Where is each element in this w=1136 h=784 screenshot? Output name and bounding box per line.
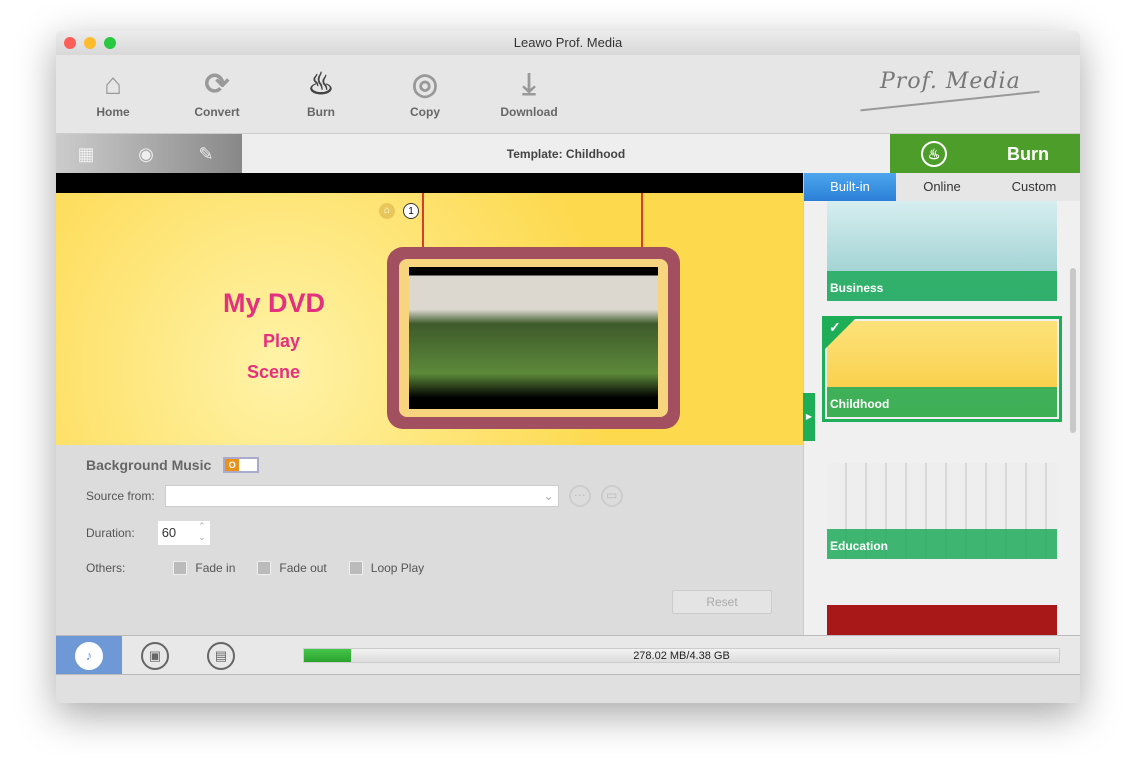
convert-icon: ⟳ — [204, 68, 230, 101]
title-bar: Leawo Prof. Media — [56, 31, 1080, 55]
fade-out-label: Fade out — [279, 561, 327, 575]
toolbar: ⌂ Home ⟳ Convert ♨ Burn ◎ Copy ⤓ Download Pro… — [56, 55, 1080, 133]
chevron-down-icon: ⌄ — [543, 489, 554, 503]
burn-button[interactable]: ♨ Burn — [890, 134, 1080, 174]
toolbar-download[interactable]: ⤓ Download — [489, 65, 569, 119]
disc-usage-text: 278.02 MB/4.38 GB — [633, 650, 730, 662]
template-label: Business — [827, 271, 1057, 301]
home-nav-icon[interactable]: ⌂ — [379, 203, 395, 219]
video-thumbnail — [409, 267, 658, 409]
loop-play-label: Loop Play — [370, 561, 425, 575]
edit-pencil-icon[interactable]: ✎ — [176, 144, 236, 165]
preview-eye-icon[interactable]: ◉ — [116, 144, 176, 165]
template-education[interactable]: Education — [827, 463, 1057, 559]
toolbar-copy[interactable]: ◎ Copy — [385, 65, 465, 119]
tab-online[interactable]: Online — [896, 173, 988, 201]
loop-play-checkbox[interactable]: Loop Play — [348, 561, 425, 575]
reset-button[interactable]: Reset — [672, 590, 772, 614]
menu-scene[interactable]: Scene — [247, 362, 300, 383]
minimize-button[interactable] — [84, 37, 96, 49]
toolbar-convert[interactable]: ⟳ Convert — [177, 65, 257, 119]
fade-in-label: Fade in — [195, 561, 236, 575]
template-christmas[interactable] — [827, 605, 1057, 635]
bg-music-toggle[interactable]: O — [223, 457, 260, 473]
floppy-icon: ▤ — [207, 641, 235, 670]
bg-music-heading: Background Music — [86, 457, 212, 473]
template-panel: ▶ Built-in Online Custom Business ✓ Childho… — [803, 173, 1080, 635]
flame-icon: ♨ — [307, 68, 335, 101]
label: Convert — [194, 105, 240, 119]
tab-built-in[interactable]: Built-in — [804, 173, 896, 201]
bottom-bar: ♪ ▣ ▤ 278.02 MB/4.38 GB — [56, 635, 1080, 675]
duration-value: 60 — [161, 525, 177, 540]
image-icon: ▣ — [141, 641, 169, 670]
label: Burn — [307, 105, 335, 119]
menu-title[interactable]: My DVD — [223, 288, 325, 319]
label: Download — [500, 105, 558, 119]
source-select[interactable]: ⌄ — [164, 485, 559, 507]
duration-label: Duration: — [86, 526, 135, 540]
download-icon: ⤓ — [522, 68, 536, 101]
label: Copy — [410, 105, 440, 119]
folder-icon[interactable]: ▭ — [600, 485, 623, 507]
home-icon: ⌂ — [103, 68, 123, 101]
template-label: Childhood — [827, 387, 1057, 417]
template-name: Template: Childhood — [506, 147, 626, 161]
toolbar-home[interactable]: ⌂ Home — [73, 65, 153, 119]
burn-label: Burn — [1007, 143, 1049, 164]
disc-icon: ◎ — [411, 68, 439, 101]
menu-play[interactable]: Play — [263, 331, 300, 352]
grid-view-icon[interactable]: ▦ — [56, 144, 116, 165]
window-title: Leawo Prof. Media — [513, 35, 623, 50]
close-button[interactable] — [64, 37, 76, 49]
music-note-icon: ♪ — [75, 641, 103, 670]
fade-out-checkbox[interactable]: Fade out — [257, 561, 327, 575]
page-number[interactable]: 1 — [403, 203, 419, 219]
flame-icon: ♨ — [921, 141, 947, 167]
template-label: Education — [827, 529, 1057, 559]
status-bar — [56, 674, 1080, 703]
check-icon: ✓ — [823, 317, 857, 351]
app-logo: Prof. Media — [880, 69, 1040, 102]
sub-toolbar: ▦ ◉ ✎ Template: Childhood ♨ Burn — [56, 133, 1080, 174]
collapse-panel-handle[interactable]: ▶ — [803, 393, 815, 441]
scrollbar[interactable] — [1070, 268, 1076, 433]
stepper-arrows-icon[interactable]: ⌃ ⌄ — [198, 521, 206, 543]
disc-usage-bar: 278.02 MB/4.38 GB — [303, 648, 1060, 663]
template-business[interactable]: Business — [827, 201, 1057, 301]
video-frame — [387, 247, 680, 429]
save-tab-button[interactable]: ▤ — [188, 636, 254, 675]
template-childhood[interactable]: ✓ Childhood — [822, 316, 1062, 422]
others-label: Others: — [86, 561, 126, 575]
toolbar-burn[interactable]: ♨ Burn — [281, 65, 361, 119]
app-window: Leawo Prof. Media ⌂ Home ⟳ Convert ♨ Burn ◎… — [56, 31, 1080, 703]
fade-in-checkbox[interactable]: Fade in — [173, 561, 235, 575]
tab-custom[interactable]: Custom — [988, 173, 1080, 201]
background-music-panel: Background Music O Source from: ⌄ ⋯ ▭ Durati… — [56, 445, 803, 635]
duration-stepper[interactable]: 60 ⌃ ⌄ — [157, 521, 210, 545]
music-tab-button[interactable]: ♪ — [56, 636, 122, 675]
label: Home — [96, 105, 130, 119]
toggle-knob: O — [225, 459, 240, 471]
menu-preview: ⌂ 1 My DVD Play Scene — [56, 173, 803, 445]
image-tab-button[interactable]: ▣ — [122, 636, 188, 675]
zoom-button[interactable] — [104, 37, 116, 49]
source-label: Source from: — [86, 489, 155, 503]
more-icon[interactable]: ⋯ — [568, 485, 591, 507]
